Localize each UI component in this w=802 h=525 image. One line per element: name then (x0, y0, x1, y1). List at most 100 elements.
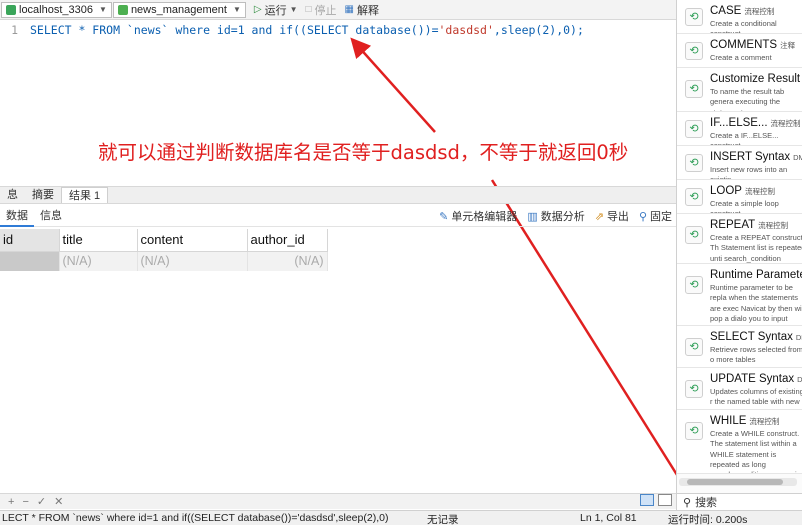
export-icon: ⇗ (594, 210, 604, 223)
snippet-tag: DML (793, 153, 802, 162)
grid-header-row: id title content author_id (0, 229, 328, 252)
tab-result-1[interactable]: 结果 1 (61, 187, 109, 203)
snippet-search[interactable]: ⚲ 搜索 (676, 493, 802, 510)
tab-info[interactable]: 息 (0, 187, 25, 203)
snippet-item[interactable]: ⟲ COMMENTS 注释 Create a comment (677, 34, 802, 68)
snippet-item[interactable]: ⟲ INSERT SyntaxDML Insert new rows into an… (677, 146, 802, 180)
tab-data[interactable]: 数据 (0, 205, 34, 227)
snippet-item[interactable]: ⟲ IF...ELSE... 流程控制 Create a IF...ELSE... c… (677, 112, 802, 146)
arrow-to-time (490, 179, 700, 511)
connection-select[interactable]: localhost_3306 ▼ (1, 1, 112, 18)
line-number: 1 (11, 23, 18, 37)
column-header-author-id[interactable]: author_id (247, 229, 328, 252)
code-text[interactable]: SELECT * FROM `news` where id=1 and if((… (30, 23, 584, 37)
snippet-title: COMMENTS 注释 (710, 39, 795, 51)
snippet-title-text: REPEAT (710, 219, 756, 231)
table-cell[interactable]: (N/A) (137, 251, 248, 271)
chevron-down-icon: ▼ (289, 5, 298, 14)
table-row[interactable]: (N/A) (N/A) (N/A) (0, 251, 328, 271)
status-records: 无记录 (427, 514, 459, 525)
status-query: LECT * FROM `news` where id=1 and if((SE… (2, 512, 389, 524)
snippet-icon: ⟲ (685, 188, 703, 206)
cell-editor-label: 单元格编辑器 (451, 211, 518, 223)
form-view-icon[interactable] (658, 494, 672, 506)
database-icon (117, 4, 128, 15)
stop-button[interactable]: □ 停止 (306, 2, 337, 18)
table-cell[interactable]: (N/A) (59, 251, 138, 271)
status-time: 运行时间: 0.200s (668, 514, 748, 525)
data-analysis-icon: ▥ (527, 210, 538, 223)
snippet-description: Create a comment (710, 53, 772, 62)
snippet-tag: DML (795, 333, 802, 342)
snippet-description: Insert new rows into an existin (710, 165, 788, 180)
snippet-title: REPEAT 流程控制 (710, 219, 788, 231)
stop-label: 停止 (314, 4, 337, 17)
snippet-title-text: SELECT Syntax (710, 331, 793, 343)
tab-info-detail[interactable]: 信息 (34, 205, 68, 227)
panel-scrollbar[interactable] (679, 478, 797, 486)
apply-icon[interactable]: ✓ (37, 495, 46, 508)
cancel-icon[interactable]: ✕ (54, 495, 63, 508)
data-analysis-button[interactable]: ▥ 数据分析 (527, 208, 584, 224)
code-string: 'dasdsd' (438, 23, 494, 37)
snippet-panel: ⟲ CASE 流程控制 Create a conditional construct ⟲… (676, 0, 802, 493)
connection-value: localhost_3306 (19, 3, 94, 16)
snippet-title-text: IF...ELSE... (710, 117, 768, 129)
snippet-title: LOOP 流程控制 (710, 185, 775, 197)
snippet-description: Updates columns of existing r the named … (710, 387, 802, 409)
snippet-description: Create a WHILE construct. The statement … (710, 429, 802, 473)
snippet-item[interactable]: ⟲ LOOP 流程控制 Create a simple loop construct (677, 180, 802, 214)
explain-button[interactable]: ▦ 解释 (345, 2, 379, 18)
snippet-description: Create a REPEAT construct. Th Statement … (710, 233, 802, 263)
snippet-title: IF...ELSE... 流程控制 (710, 117, 801, 129)
snippet-icon: ⟲ (685, 380, 703, 398)
snippet-description: Retrieve rows selected from o more table… (710, 345, 802, 365)
explain-label: 解释 (357, 4, 379, 17)
database-value: news_management (130, 3, 227, 16)
connection-icon (6, 4, 16, 15)
table-cell[interactable] (0, 251, 60, 271)
snippet-item[interactable]: ⟲ REPEAT 流程控制 Create a REPEAT construct. Th… (677, 214, 802, 264)
export-label: 导出 (606, 211, 629, 223)
add-record-icon[interactable]: + (8, 496, 14, 508)
snippet-item[interactable]: ⟲ UPDATE SyntaxDML Updates columns of exis… (677, 368, 802, 410)
snippet-item[interactable]: ⟲ CASE 流程控制 Create a conditional construct (677, 0, 802, 34)
snippet-tag: 流程控制 (749, 417, 780, 426)
export-button[interactable]: ⇗ 导出 (595, 208, 629, 224)
snippet-tag: DML (797, 375, 802, 384)
snippet-title-text: LOOP (710, 185, 742, 197)
cell-editor-icon: ✎ (439, 210, 449, 223)
snippet-description: Runtime parameter to be repla when the s… (710, 283, 802, 325)
run-button[interactable]: ▷ 运行 ▼ (254, 2, 298, 18)
grid-view-icon[interactable] (640, 494, 654, 506)
column-header-content[interactable]: content (137, 229, 248, 252)
cell-editor-button[interactable]: ✎ 单元格编辑器 (439, 208, 517, 224)
scrollbar-thumb[interactable] (687, 479, 783, 485)
snippet-icon: ⟲ (685, 226, 703, 244)
result-grid[interactable]: id title content author_id (N/A) (N/A) (… (0, 229, 328, 271)
snippet-title: UPDATE SyntaxDML (710, 373, 802, 385)
database-select[interactable]: news_management ▼ (112, 1, 246, 18)
delete-record-icon[interactable]: − (22, 496, 28, 508)
snippet-item[interactable]: ⟲ Customize Result Ta To name the result t… (677, 68, 802, 112)
snippet-item[interactable]: ⟲ Runtime Parameter Runtime parameter to b… (677, 264, 802, 326)
snippet-icon: ⟲ (685, 276, 703, 294)
snippet-item[interactable]: ⟲ WHILE 流程控制 Create a WHILE construct. The … (677, 410, 802, 474)
snippet-title: INSERT SyntaxDML (710, 151, 802, 163)
chevron-down-icon: ▼ (99, 5, 107, 14)
snippet-title: WHILE 流程控制 (710, 415, 779, 427)
result-tools: ✎ 单元格编辑器 ▥ 数据分析 ⇗ 导出 ⚲ 固定 (429, 205, 672, 227)
snippet-tag: 流程控制 (758, 221, 789, 230)
snippet-title-text: INSERT Syntax (710, 151, 791, 163)
column-header-id[interactable]: id (0, 229, 60, 252)
table-cell[interactable]: (N/A) (247, 251, 328, 271)
editor-toolbar: localhost_3306 ▼ news_management ▼ ▷ 运行 … (0, 0, 676, 20)
snippet-icon: ⟲ (685, 8, 703, 26)
pin-button[interactable]: ⚲ 固定 (639, 208, 672, 224)
snippet-item[interactable]: ⟲ SELECT SyntaxDML Retrieve rows selected … (677, 326, 802, 368)
tab-summary[interactable]: 摘要 (25, 187, 61, 203)
snippet-title: SELECT SyntaxDML (710, 331, 802, 343)
snippet-icon: ⟲ (685, 120, 703, 138)
snippet-title-text: Customize Result Ta (710, 73, 802, 85)
column-header-title[interactable]: title (59, 229, 138, 252)
